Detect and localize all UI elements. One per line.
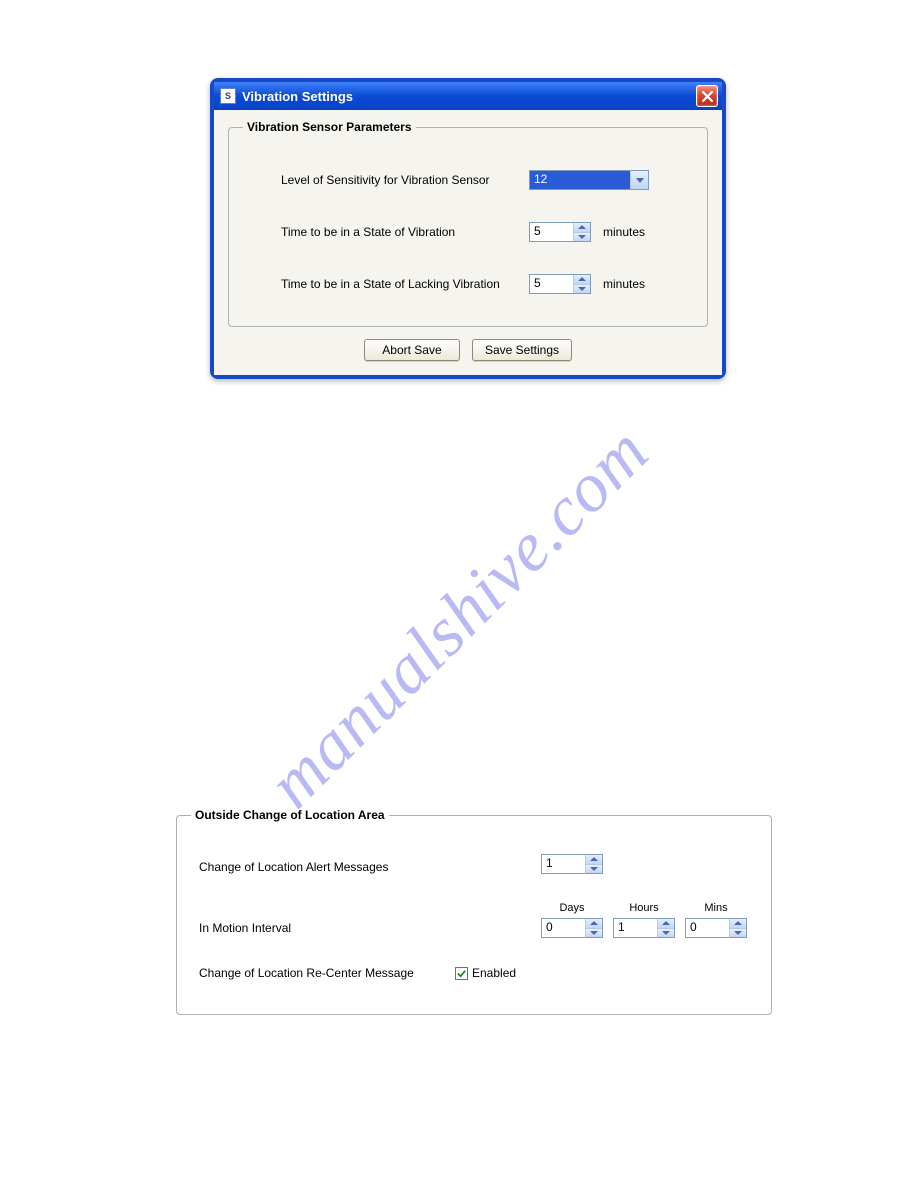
spinner-buttons	[585, 855, 602, 873]
mins-column: Mins 0	[685, 902, 747, 938]
spin-up-button[interactable]	[586, 855, 602, 864]
state-vib-value: 5	[530, 223, 573, 241]
row-motion-interval: In Motion Interval Days 0 Hours	[199, 902, 757, 938]
alert-messages-value: 1	[542, 855, 585, 873]
chevron-down-icon	[590, 867, 598, 871]
state-vib-unit: minutes	[603, 225, 645, 239]
chevron-down-icon	[578, 235, 586, 239]
vibration-sensor-group: Vibration Sensor Parameters Level of Sen…	[228, 120, 708, 327]
spinner-buttons	[585, 919, 602, 937]
spin-down-button[interactable]	[658, 928, 674, 938]
row-state-vibration: Time to be in a State of Vibration 5 min…	[281, 222, 693, 242]
chevron-up-icon	[578, 277, 586, 281]
mins-spinner[interactable]: 0	[685, 918, 747, 938]
days-value: 0	[542, 919, 585, 937]
days-header: Days	[559, 902, 584, 914]
spin-up-button[interactable]	[658, 919, 674, 928]
chevron-up-icon	[578, 225, 586, 229]
spin-up-button[interactable]	[574, 223, 590, 232]
vibration-settings-window: S Vibration Settings Vibration Sensor Pa…	[210, 78, 726, 379]
row-recenter: Change of Location Re-Center Message Ena…	[199, 966, 757, 980]
days-spinner[interactable]: 0	[541, 918, 603, 938]
outside-change-group-wrap: Outside Change of Location Area Change o…	[176, 808, 756, 1015]
spinner-buttons	[657, 919, 674, 937]
chevron-down-icon	[662, 931, 670, 935]
motion-interval-label: In Motion Interval	[199, 921, 445, 938]
hours-value: 1	[614, 919, 657, 937]
page: manualshive.com S Vibration Settings Vib…	[0, 0, 918, 1188]
app-icon: S	[220, 88, 236, 104]
row-state-no-vibration: Time to be in a State of Lacking Vibrati…	[281, 274, 693, 294]
row-alert-messages: Change of Location Alert Messages 1	[199, 854, 757, 874]
spin-up-button[interactable]	[730, 919, 746, 928]
sensitivity-dropdown[interactable]: 12	[529, 170, 649, 190]
chevron-up-icon	[734, 921, 742, 925]
hours-header: Hours	[629, 902, 658, 914]
state-novib-label: Time to be in a State of Lacking Vibrati…	[281, 277, 529, 291]
mins-header: Mins	[704, 902, 727, 914]
chevron-down-icon	[734, 931, 742, 935]
state-novib-value: 5	[530, 275, 573, 293]
recenter-label: Change of Location Re-Center Message	[199, 966, 445, 980]
spin-down-button[interactable]	[586, 928, 602, 938]
window-title: Vibration Settings	[242, 89, 696, 104]
spin-down-button[interactable]	[574, 232, 590, 242]
spin-up-button[interactable]	[574, 275, 590, 284]
sensitivity-value: 12	[530, 171, 630, 189]
spin-down-button[interactable]	[730, 928, 746, 938]
chevron-down-icon	[578, 287, 586, 291]
outside-change-legend: Outside Change of Location Area	[191, 808, 389, 822]
abort-save-button[interactable]: Abort Save	[364, 339, 460, 361]
group-legend: Vibration Sensor Parameters	[243, 120, 416, 134]
spin-down-button[interactable]	[574, 284, 590, 294]
sensitivity-label: Level of Sensitivity for Vibration Senso…	[281, 173, 529, 187]
state-novib-unit: minutes	[603, 277, 645, 291]
hours-spinner[interactable]: 1	[613, 918, 675, 938]
close-icon	[702, 91, 713, 102]
alert-messages-spinner[interactable]: 1	[541, 854, 603, 874]
dropdown-arrow[interactable]	[630, 171, 648, 189]
hours-column: Hours 1	[613, 902, 675, 938]
chevron-up-icon	[662, 921, 670, 925]
dialog-button-row: Abort Save Save Settings	[228, 339, 708, 361]
close-button[interactable]	[696, 85, 718, 107]
spinner-buttons	[729, 919, 746, 937]
outside-change-group: Outside Change of Location Area Change o…	[176, 808, 772, 1015]
enabled-checkbox-wrap[interactable]: Enabled	[455, 966, 516, 980]
check-icon	[457, 969, 466, 978]
chevron-up-icon	[590, 857, 598, 861]
state-vib-spinner[interactable]: 5	[529, 222, 591, 242]
chevron-up-icon	[590, 921, 598, 925]
spin-down-button[interactable]	[586, 864, 602, 874]
state-vib-label: Time to be in a State of Vibration	[281, 225, 529, 239]
alert-messages-label: Change of Location Alert Messages	[199, 860, 445, 874]
save-settings-button[interactable]: Save Settings	[472, 339, 572, 361]
window-titlebar[interactable]: S Vibration Settings	[214, 82, 722, 110]
chevron-down-icon	[636, 178, 644, 183]
enabled-label: Enabled	[472, 966, 516, 980]
spinner-buttons	[573, 223, 590, 241]
row-sensitivity: Level of Sensitivity for Vibration Senso…	[281, 170, 693, 190]
spinner-buttons	[573, 275, 590, 293]
spin-up-button[interactable]	[586, 919, 602, 928]
watermark-text: manualshive.com	[253, 412, 665, 824]
enabled-checkbox[interactable]	[455, 967, 468, 980]
mins-value: 0	[686, 919, 729, 937]
days-column: Days 0	[541, 902, 603, 938]
dialog-body: Vibration Sensor Parameters Level of Sen…	[214, 110, 722, 375]
chevron-down-icon	[590, 931, 598, 935]
state-novib-spinner[interactable]: 5	[529, 274, 591, 294]
